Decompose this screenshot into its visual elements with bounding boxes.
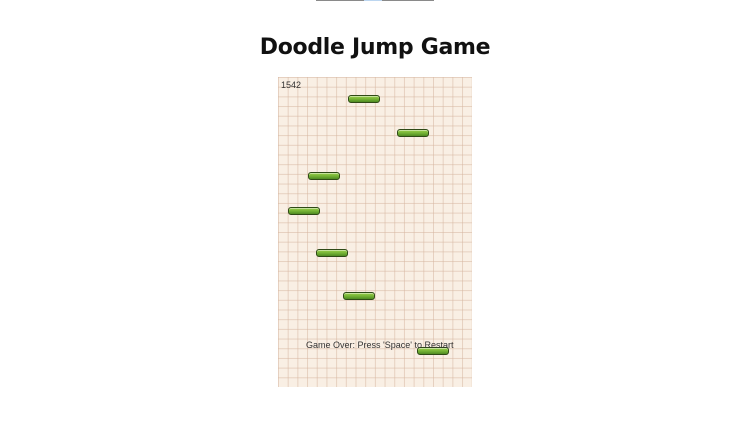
game-over-message: Game Over: Press 'Space' to Restart: [306, 340, 454, 350]
platform: [348, 95, 380, 103]
platform: [308, 172, 340, 180]
page-title: Doodle Jump Game: [259, 35, 491, 60]
game-board[interactable]: 1542 Game Over: Press 'Space' to Restart: [278, 77, 472, 387]
score-display: 1542: [281, 80, 302, 90]
platform: [343, 292, 375, 300]
platform: [397, 129, 429, 137]
top-scrollbar-accent: [364, 0, 382, 1]
platform: [288, 207, 320, 215]
platform: [316, 249, 348, 257]
top-scrollbar-line: [316, 0, 434, 1]
